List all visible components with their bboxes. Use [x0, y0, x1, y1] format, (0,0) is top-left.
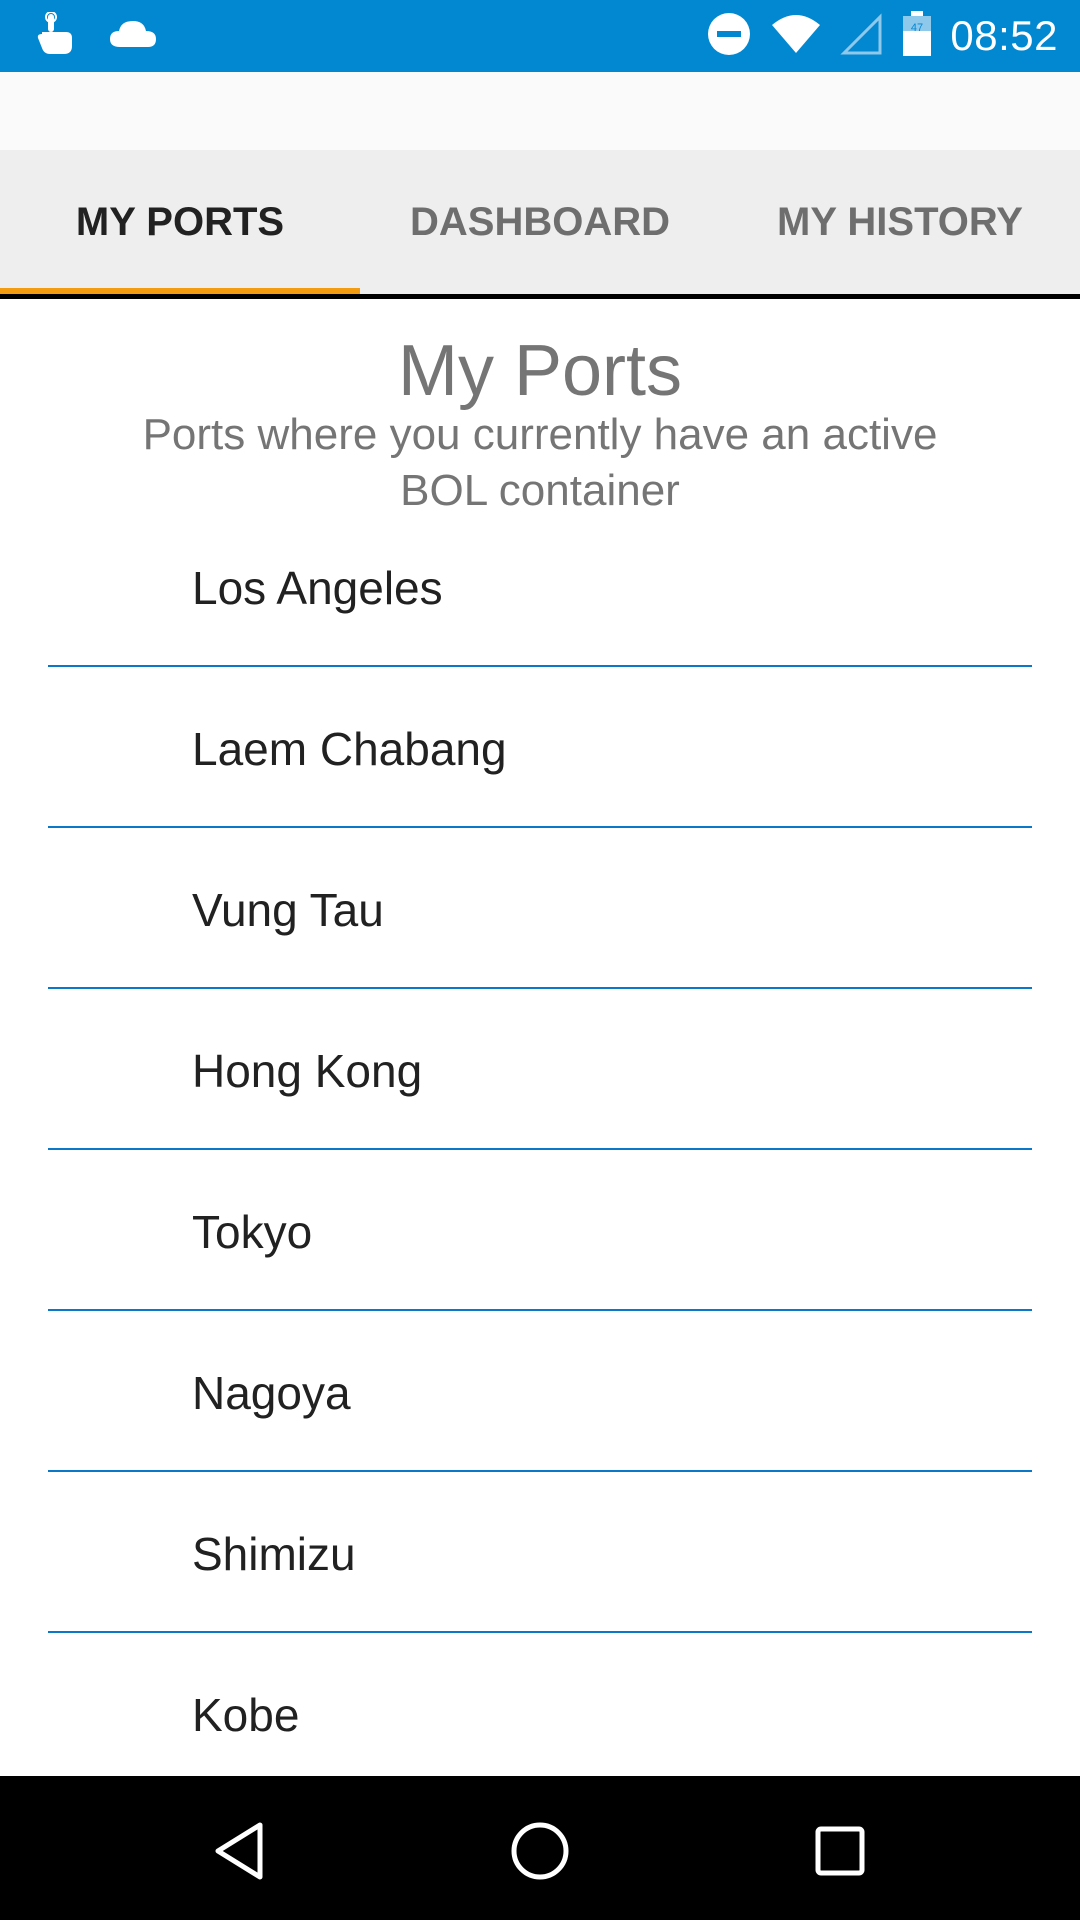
- port-list-item[interactable]: Shimizu: [48, 1472, 1032, 1633]
- main-content: My Ports Ports where you currently have …: [0, 299, 1080, 1776]
- port-name: Laem Chabang: [192, 723, 507, 775]
- tab-bar: MY PORTS DASHBOARD MY HISTORY: [0, 150, 1080, 294]
- port-name: Shimizu: [192, 1528, 356, 1580]
- recents-icon[interactable]: [805, 1816, 875, 1886]
- status-time: 08:52: [950, 12, 1058, 59]
- back-icon[interactable]: [205, 1816, 275, 1886]
- tab-my-ports[interactable]: MY PORTS: [0, 150, 360, 294]
- port-list: Los Angeles Laem Chabang Vung Tau Hong K…: [48, 540, 1032, 1776]
- tab-label: MY PORTS: [75, 199, 285, 244]
- tab-label: DASHBOARD: [410, 199, 670, 244]
- svg-text:47: 47: [911, 22, 923, 34]
- home-icon[interactable]: [505, 1816, 575, 1886]
- port-name: Los Angeles: [192, 562, 443, 614]
- port-list-item[interactable]: Tokyo: [48, 1150, 1032, 1311]
- status-bar: 47 08:52: [0, 0, 1080, 72]
- screen: 47 08:52 MY PORTS DASHBOARD MY HISTORY M…: [0, 0, 1080, 1920]
- port-name: Vung Tau: [192, 884, 384, 936]
- port-list-item[interactable]: Kobe: [48, 1633, 1032, 1776]
- cellular-signal-icon: [840, 12, 884, 60]
- cloud-icon: [108, 17, 158, 56]
- port-name: Kobe: [192, 1689, 300, 1741]
- tab-dashboard[interactable]: DASHBOARD: [360, 150, 720, 294]
- port-list-item[interactable]: Laem Chabang: [48, 667, 1032, 828]
- port-name: Nagoya: [192, 1367, 351, 1419]
- wifi-icon: [770, 13, 822, 60]
- tab-label: MY HISTORY: [777, 199, 1023, 244]
- battery-icon: 47: [902, 10, 932, 62]
- port-list-item[interactable]: Hong Kong: [48, 989, 1032, 1150]
- port-list-item[interactable]: Vung Tau: [48, 828, 1032, 989]
- page-title: My Ports: [397, 331, 683, 411]
- port-list-item[interactable]: Los Angeles: [48, 540, 1032, 667]
- port-name: Tokyo: [192, 1206, 313, 1258]
- do-not-disturb-icon: [706, 11, 752, 62]
- tab-my-history[interactable]: MY HISTORY: [720, 150, 1080, 294]
- page-subtitle: Ports where you currently have an active…: [142, 410, 938, 515]
- touch-notification-icon: [36, 10, 76, 61]
- port-name: Hong Kong: [192, 1045, 423, 1097]
- navigation-bar: [0, 1776, 1080, 1920]
- port-list-item[interactable]: Nagoya: [48, 1311, 1032, 1472]
- app-bar: [0, 72, 1080, 150]
